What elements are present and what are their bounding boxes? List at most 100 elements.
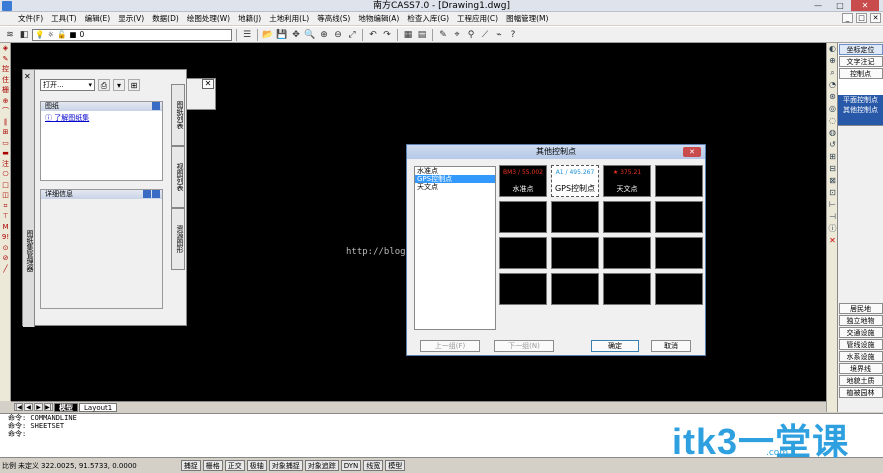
tool-icon[interactable]: ⊤ — [0, 211, 11, 222]
tab-resource-drawings[interactable]: 资源图形 — [171, 208, 185, 270]
next-group-button[interactable]: 下一组(N) — [494, 340, 554, 352]
symbol-cell[interactable] — [655, 201, 703, 233]
menu-sheet[interactable]: 图幅管理(M) — [502, 12, 552, 25]
zoom-window-icon[interactable]: ⊕ — [318, 29, 330, 41]
control-point-button[interactable]: 控制点 — [838, 68, 883, 79]
boundary-button[interactable]: 境界线 — [838, 363, 883, 374]
coordinate-locate-button[interactable]: 坐标定位 — [838, 44, 883, 55]
panel-side-strip[interactable]: ✕ 图纸集管理器 — [23, 70, 35, 327]
layer-state-icon[interactable]: ◧ — [18, 29, 30, 41]
publish-icon[interactable]: ⎙ — [98, 79, 110, 91]
menu-data[interactable]: 数据(D) — [148, 12, 183, 25]
close-button[interactable]: ✕ — [851, 0, 879, 11]
tool-icon[interactable]: ∥ — [0, 117, 11, 128]
list-item[interactable]: 天文点 — [415, 183, 495, 191]
symbol-cell[interactable] — [655, 165, 703, 197]
tool-icon[interactable]: ⎔ — [0, 169, 11, 180]
mdi-minimize-button[interactable]: _ — [842, 13, 853, 23]
snap-toggle[interactable]: 捕捉 — [180, 460, 201, 471]
tool-icon[interactable]: ▭ — [0, 138, 11, 149]
maximize-button[interactable]: □ — [829, 0, 851, 11]
pencil-icon[interactable]: ✎ — [437, 29, 449, 41]
menu-file[interactable]: 文件(F) — [14, 12, 47, 25]
osnap-toggle[interactable]: 对象捕捉 — [268, 460, 303, 471]
tool-icon[interactable]: ⊕ — [0, 96, 11, 107]
symbol-cell[interactable]: A1 / 495.267 GPS控制点 — [551, 165, 599, 197]
tool-icon[interactable]: ⊘ — [0, 253, 11, 264]
water-system-button[interactable]: 水系设施 — [838, 351, 883, 362]
zoom-previous-icon[interactable]: ⊖ — [332, 29, 344, 41]
node-icon[interactable]: ⚲ — [465, 29, 477, 41]
otrack-toggle[interactable]: 对象追踪 — [304, 460, 339, 471]
collapse-icon[interactable] — [152, 102, 160, 110]
menu-tools[interactable]: 工具(T) — [47, 12, 80, 25]
polyline-icon[interactable]: ⌁ — [493, 29, 505, 41]
symbol-cell[interactable] — [603, 201, 651, 233]
tool-icon[interactable]: ✎ — [0, 54, 11, 65]
symbol-cell[interactable]: BM3 / 55.002 水准点 — [499, 165, 547, 197]
pipeline-button[interactable]: 管线设施 — [838, 339, 883, 350]
symbol-cell[interactable] — [551, 237, 599, 269]
tool-icon[interactable]: ⌒ — [0, 106, 11, 117]
layer-dropdown[interactable]: 💡 ☼ 🔓 ■ 0 — [32, 28, 232, 41]
dialog-title-bar[interactable]: 其他控制点 ✕ — [407, 145, 705, 159]
tool-icon[interactable]: 注 — [0, 159, 11, 170]
menu-draw[interactable]: 绘图处理(W) — [183, 12, 234, 25]
menu-view[interactable]: 显示(V) — [114, 12, 148, 25]
tool-icon[interactable]: □ — [0, 180, 11, 191]
polar-toggle[interactable]: 极轴 — [246, 460, 267, 471]
redo-icon[interactable]: ↷ — [381, 29, 393, 41]
details-icon[interactable] — [143, 190, 151, 198]
scale-value[interactable]: 未定义 — [18, 461, 39, 471]
line-icon[interactable]: ⟋ — [479, 29, 491, 41]
grid-toggle[interactable]: 栅格 — [202, 460, 223, 471]
tool-icon[interactable]: ▬ — [0, 148, 11, 159]
list-item[interactable]: 水准点 — [415, 167, 495, 175]
close-icon[interactable]: ✕ — [202, 79, 214, 89]
save-icon[interactable]: 💾 — [276, 29, 288, 41]
first-tab-icon[interactable]: |◀ — [14, 403, 23, 411]
help-icon[interactable]: ? — [507, 29, 519, 41]
landform-button[interactable]: 地貌土质 — [838, 375, 883, 386]
symbol-cell[interactable] — [655, 237, 703, 269]
menu-engineering[interactable]: 工程应用(C) — [453, 12, 502, 25]
layout-icon[interactable]: ⊞ — [128, 79, 140, 91]
lineweight-toggle[interactable]: 线宽 — [363, 460, 384, 471]
zoom-extents-icon[interactable]: ⤢ — [346, 29, 358, 41]
layers-icon[interactable]: ≋ — [4, 29, 16, 41]
symbol-cell[interactable] — [499, 273, 547, 305]
tool-icon[interactable]: ⌗ — [0, 201, 11, 212]
tool-icon[interactable]: 9! — [0, 232, 11, 243]
tool-icon[interactable]: 控 — [0, 64, 11, 75]
options-icon[interactable]: ▾ — [113, 79, 125, 91]
measure-icon[interactable]: ⌖ — [451, 29, 463, 41]
minimize-button[interactable]: — — [807, 0, 829, 11]
menu-landuse[interactable]: 土地利用(L) — [265, 12, 313, 25]
symbol-cell[interactable] — [603, 273, 651, 305]
list-item[interactable]: GPS控制点 — [415, 175, 495, 183]
plane-control-point-item[interactable]: 平面控制点 — [838, 95, 883, 105]
menu-edit[interactable]: 编辑(E) — [81, 12, 115, 25]
symbol-cell[interactable] — [499, 237, 547, 269]
pan-icon[interactable]: ✥ — [290, 29, 302, 41]
menu-feature-edit[interactable]: 地物编辑(A) — [354, 12, 403, 25]
previous-group-button[interactable]: 上一组(F) — [420, 340, 480, 352]
tool-icon[interactable]: M — [0, 222, 11, 233]
learn-sheet-set-link[interactable]: ⓘ 了解图纸集 — [41, 111, 162, 125]
tool-icon[interactable]: ◈ — [0, 43, 11, 54]
tool-icon[interactable]: 住 — [0, 75, 11, 86]
layer-manager-icon[interactable]: ☰ — [241, 29, 253, 41]
tab-layout1[interactable]: Layout1 — [79, 402, 118, 412]
other-control-point-item[interactable]: 其他控制点 — [838, 105, 883, 115]
symbol-cell[interactable] — [499, 201, 547, 233]
close-icon[interactable]: ✕ — [24, 72, 31, 81]
dyn-toggle[interactable]: DYN — [340, 460, 362, 471]
properties-icon[interactable]: ▦ — [402, 29, 414, 41]
open-dropdown[interactable]: 打开... — [40, 79, 95, 91]
tab-view-list[interactable]: 视图列表 — [171, 146, 185, 208]
preview-icon[interactable] — [152, 190, 160, 198]
mdi-restore-button[interactable]: □ — [856, 13, 867, 23]
zoom-realtime-icon[interactable]: 🔍 — [304, 29, 316, 41]
symbol-cell[interactable]: ★ 375.21 天文点 — [603, 165, 651, 197]
tool-icon[interactable]: ◫ — [0, 190, 11, 201]
